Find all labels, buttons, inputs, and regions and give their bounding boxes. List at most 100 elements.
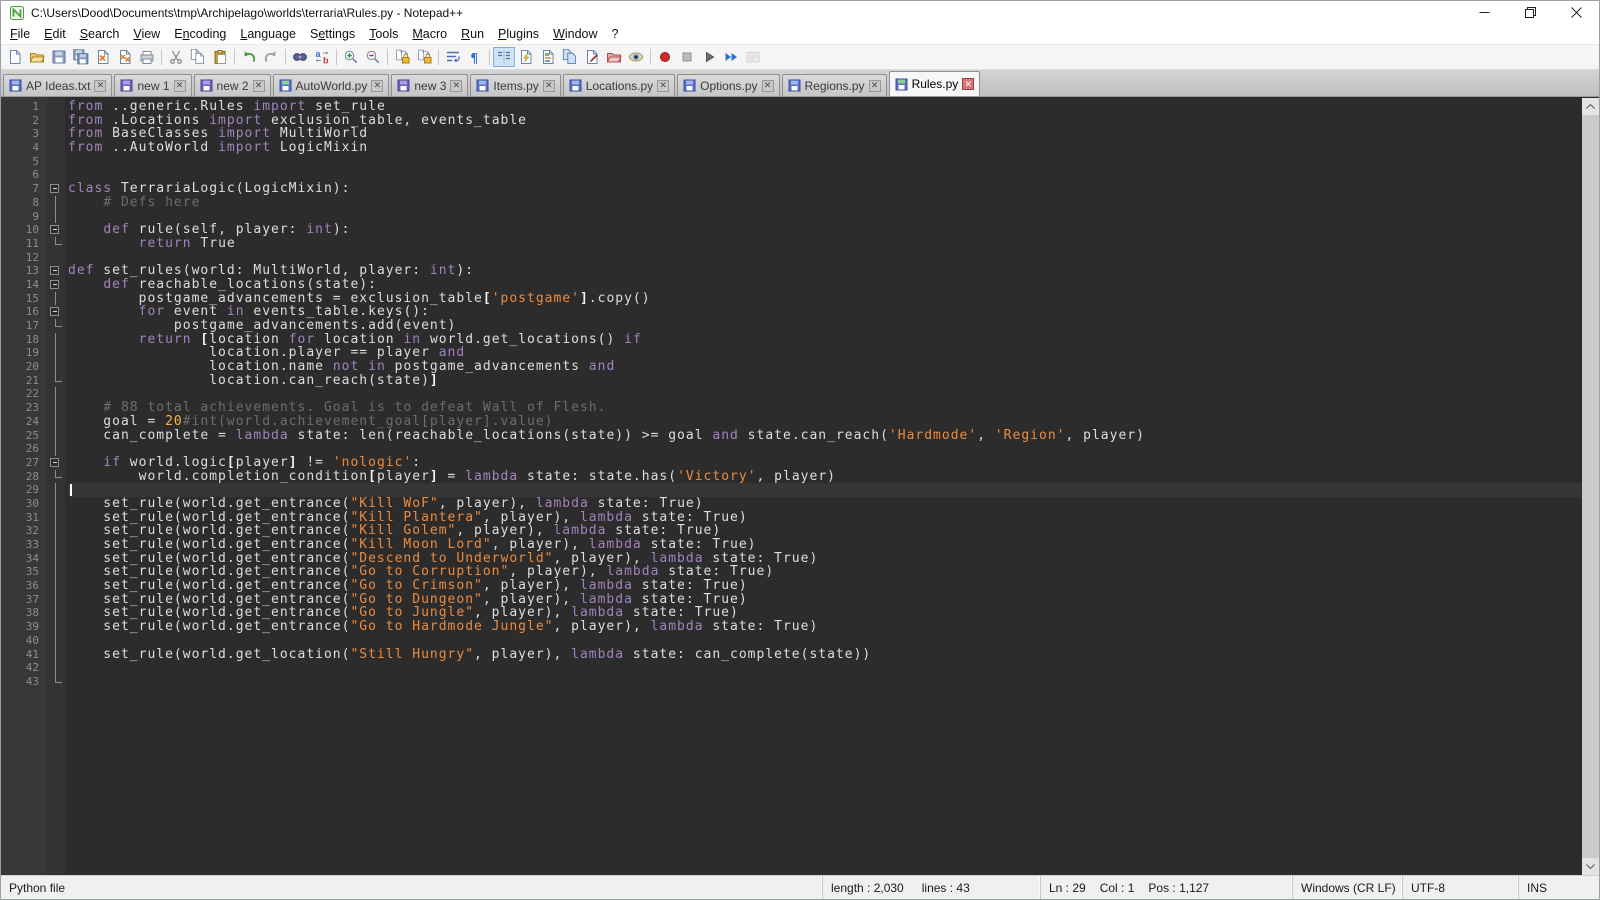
fold-collapse-marker[interactable] bbox=[47, 223, 65, 237]
document-map-button[interactable] bbox=[537, 47, 559, 67]
tab-new-1[interactable]: new 1✕ bbox=[114, 74, 191, 96]
document-list-button[interactable] bbox=[559, 47, 581, 67]
fold-collapse-marker[interactable] bbox=[47, 456, 65, 470]
menu-run[interactable]: Run bbox=[454, 25, 491, 44]
print-button[interactable] bbox=[136, 47, 158, 67]
minimize-button[interactable] bbox=[1461, 1, 1507, 24]
tab-new-2[interactable]: new 2✕ bbox=[194, 74, 271, 96]
fold-collapse-marker[interactable] bbox=[47, 305, 65, 319]
code-token: lambda bbox=[236, 428, 289, 443]
line-number: 16 bbox=[1, 305, 39, 319]
code-token: state.can_reach( bbox=[739, 428, 889, 443]
code-token: ] bbox=[580, 291, 589, 306]
zoom-out-button[interactable] bbox=[362, 47, 384, 67]
close-tab-icon[interactable]: ✕ bbox=[94, 80, 106, 92]
menu-macro[interactable]: Macro bbox=[405, 25, 454, 44]
close-tab-icon[interactable]: ✕ bbox=[174, 80, 186, 92]
tab-ap-ideas-txt[interactable]: AP Ideas.txt✕ bbox=[3, 74, 112, 96]
code-token: lambda bbox=[571, 647, 624, 662]
menu-search[interactable]: Search bbox=[73, 25, 127, 44]
code-line: # 88 total achievements. Goal is to defe… bbox=[68, 401, 1599, 415]
replace-button[interactable]: ab bbox=[311, 47, 333, 67]
line-number: 27 bbox=[1, 456, 39, 470]
macro-play-button[interactable] bbox=[698, 47, 720, 67]
tab-items-py[interactable]: Items.py✕ bbox=[470, 74, 560, 96]
close-button[interactable] bbox=[1553, 1, 1599, 24]
tab-label: new 3 bbox=[414, 79, 446, 93]
show-all-characters-button[interactable]: ¶ bbox=[464, 47, 486, 67]
tab-autoworld-py[interactable]: AutoWorld.py✕ bbox=[273, 74, 390, 96]
menu-edit[interactable]: Edit bbox=[37, 25, 73, 44]
tab-regions-py[interactable]: Regions.py✕ bbox=[782, 74, 887, 96]
code-area[interactable]: from ..generic.Rules import set_rulefrom… bbox=[65, 97, 1599, 875]
close-tab-icon[interactable]: ✕ bbox=[371, 80, 383, 92]
redo-button[interactable] bbox=[260, 47, 282, 67]
close-button[interactable] bbox=[92, 47, 114, 67]
macro-stop-button[interactable] bbox=[676, 47, 698, 67]
tab-locations-py[interactable]: Locations.py✕ bbox=[563, 74, 675, 96]
find-button[interactable] bbox=[289, 47, 311, 67]
macro-save-button[interactable] bbox=[742, 47, 764, 67]
restore-button[interactable] bbox=[1507, 1, 1553, 24]
macro-run-multiple-button[interactable] bbox=[720, 47, 742, 67]
cut-button[interactable] bbox=[165, 47, 187, 67]
menu-tools[interactable]: Tools bbox=[362, 25, 405, 44]
menu-encoding[interactable]: Encoding bbox=[167, 25, 233, 44]
line-number: 28 bbox=[1, 470, 39, 484]
menu-item[interactable]: ? bbox=[605, 25, 626, 44]
undo-button[interactable] bbox=[238, 47, 260, 67]
scroll-up-arrow[interactable] bbox=[1582, 98, 1599, 115]
tab-new-3[interactable]: new 3 ✕ bbox=[391, 74, 468, 96]
open-file-button[interactable] bbox=[26, 47, 48, 67]
fold-collapse-marker[interactable] bbox=[47, 264, 65, 278]
close-tab-icon[interactable]: ✕ bbox=[543, 80, 555, 92]
fold-guide bbox=[47, 606, 65, 620]
new-file-button[interactable] bbox=[4, 47, 26, 67]
tab-rules-py[interactable]: Rules.py✕ bbox=[889, 71, 981, 96]
code-line: can_complete = lambda state: len(reachab… bbox=[68, 429, 1599, 443]
close-tab-icon[interactable]: ✕ bbox=[762, 80, 774, 92]
paste-button[interactable] bbox=[209, 47, 231, 67]
folder-as-workspace-button[interactable] bbox=[603, 47, 625, 67]
save-button[interactable] bbox=[48, 47, 70, 67]
edit-tracker-button[interactable] bbox=[581, 47, 603, 67]
fold-collapse-marker[interactable] bbox=[47, 278, 65, 292]
code-token: location.can_reach(state) bbox=[68, 373, 430, 388]
edit-tracker-icon bbox=[584, 49, 600, 65]
close-tab-icon[interactable]: ✕ bbox=[253, 80, 265, 92]
sync-scroll-v-button[interactable] bbox=[391, 47, 413, 67]
zoom-in-button[interactable] bbox=[340, 47, 362, 67]
document-list-icon bbox=[562, 49, 578, 65]
toolbar-separator bbox=[336, 49, 337, 65]
close-tab-icon[interactable]: ✕ bbox=[962, 78, 974, 90]
code-token: set_rule(world.get_location( bbox=[68, 647, 350, 662]
close-tab-icon[interactable]: ✕ bbox=[869, 80, 881, 92]
menu-settings[interactable]: Settings bbox=[303, 25, 362, 44]
code-line bbox=[68, 387, 1599, 401]
function-list-button[interactable] bbox=[515, 47, 537, 67]
indent-guide-button[interactable] bbox=[493, 47, 515, 67]
sync-scroll-h-button[interactable] bbox=[413, 47, 435, 67]
code-token: lambda bbox=[465, 469, 518, 484]
toolbar: ab ¶ bbox=[1, 44, 1599, 70]
menu-file[interactable]: File bbox=[3, 25, 37, 44]
close-tab-icon[interactable]: ✕ bbox=[657, 80, 669, 92]
tab-options-py[interactable]: Options.py✕ bbox=[677, 74, 779, 96]
undo-icon bbox=[241, 49, 257, 65]
close-all-button[interactable] bbox=[114, 47, 136, 67]
scroll-down-arrow[interactable] bbox=[1582, 858, 1599, 875]
menu-view[interactable]: View bbox=[126, 25, 167, 44]
macro-record-button[interactable] bbox=[654, 47, 676, 67]
menu-plugins[interactable]: Plugins bbox=[491, 25, 546, 44]
code-line: set_rule(world.get_entrance("Go to Jungl… bbox=[68, 606, 1599, 620]
fold-collapse-marker[interactable] bbox=[47, 182, 65, 196]
menu-window[interactable]: Window bbox=[546, 25, 604, 44]
save-all-button[interactable] bbox=[70, 47, 92, 67]
scrollbar-thumb[interactable] bbox=[1582, 115, 1599, 858]
sync-scroll-v-icon bbox=[394, 49, 410, 65]
menu-language[interactable]: Language bbox=[233, 25, 303, 44]
copy-button[interactable] bbox=[187, 47, 209, 67]
close-tab-icon[interactable]: ✕ bbox=[450, 80, 462, 92]
file-monitoring-button[interactable] bbox=[625, 47, 647, 67]
word-wrap-button[interactable] bbox=[442, 47, 464, 67]
